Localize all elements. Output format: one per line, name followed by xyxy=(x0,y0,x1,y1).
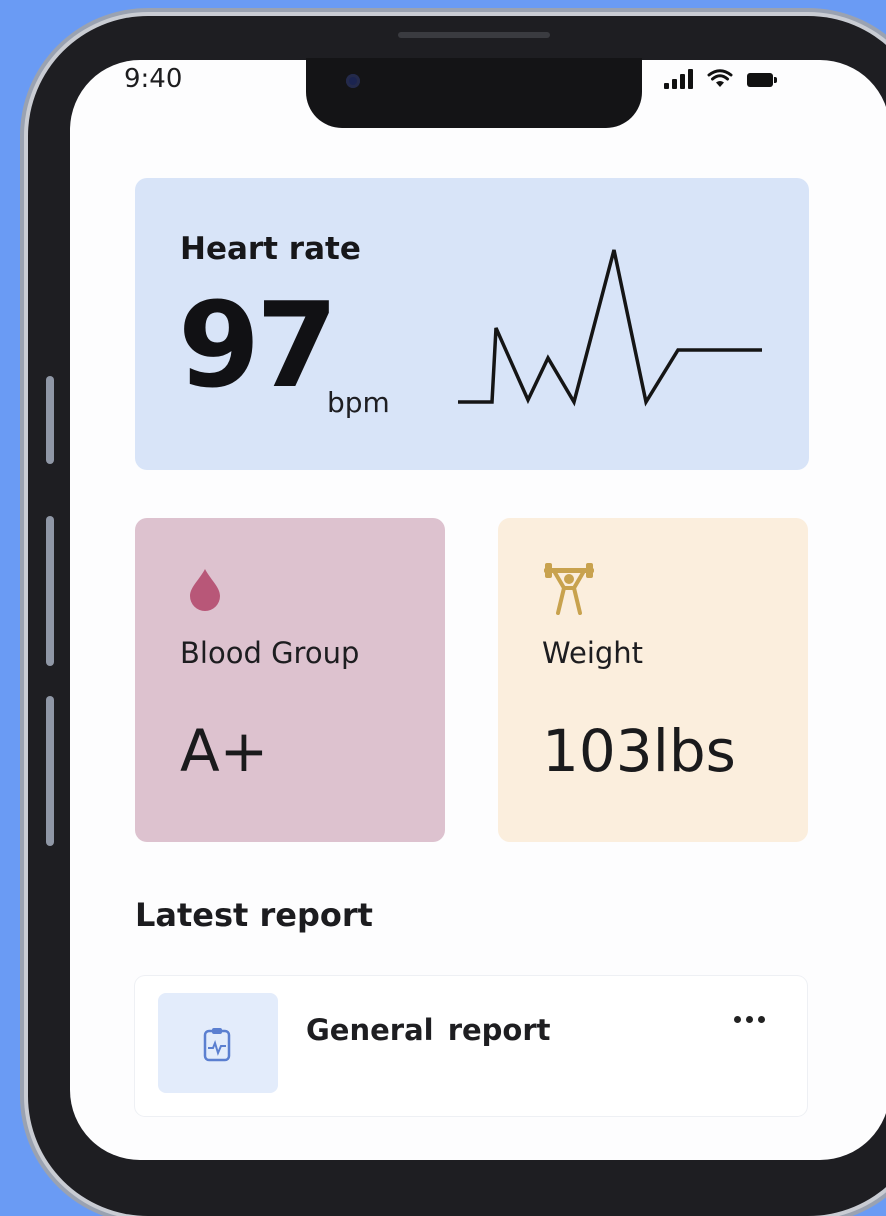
status-time: 9:40 xyxy=(124,64,183,94)
side-button xyxy=(46,696,54,846)
report-title: General report xyxy=(306,1013,551,1047)
blood-group-card[interactable] xyxy=(135,518,445,842)
notch xyxy=(306,58,642,128)
report-icon-box xyxy=(158,993,278,1093)
blood-drop-icon xyxy=(190,569,220,611)
wifi-icon xyxy=(707,69,733,87)
blood-group-value: A+ xyxy=(180,717,269,785)
volume-up-button xyxy=(46,376,54,464)
battery-icon xyxy=(747,73,777,87)
volume-down-button xyxy=(46,516,54,666)
speaker-grille xyxy=(398,32,550,38)
weight-value: 103lbs xyxy=(542,717,736,785)
heart-rate-title: Heart rate xyxy=(180,231,361,267)
heart-rate-value: 97 xyxy=(178,276,338,414)
more-dots-icon[interactable] xyxy=(734,1016,765,1023)
latest-report-title: Latest report xyxy=(135,896,373,934)
weight-label: Weight xyxy=(542,636,644,670)
blood-group-label: Blood Group xyxy=(180,636,360,670)
weightlifter-icon xyxy=(544,563,594,615)
front-camera xyxy=(346,74,360,88)
heart-rate-unit: bpm xyxy=(327,386,390,419)
report-document-icon xyxy=(203,1028,231,1062)
ecg-line-icon xyxy=(458,249,762,407)
signal-icon xyxy=(664,69,693,89)
status-icons xyxy=(664,69,777,89)
